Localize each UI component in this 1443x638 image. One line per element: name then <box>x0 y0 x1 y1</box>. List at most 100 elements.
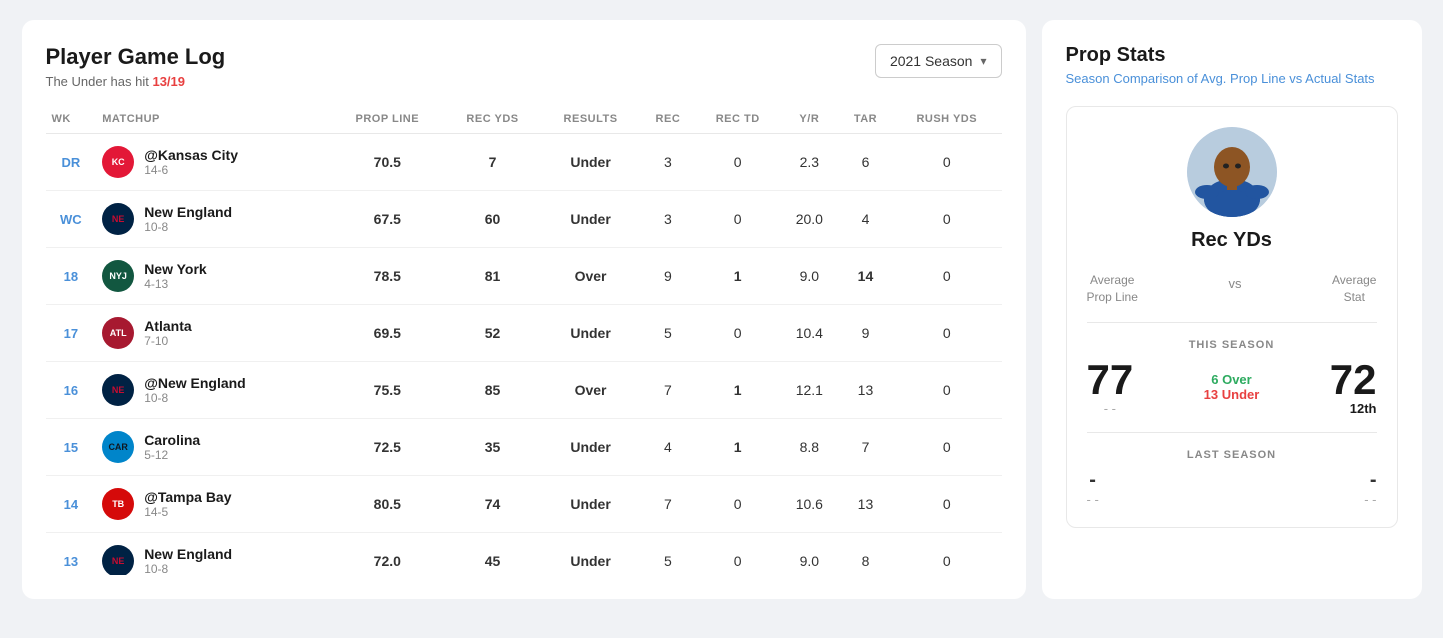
divider <box>1087 322 1377 323</box>
prop-card: Rec YDs AverageProp Line vs AverageStat … <box>1066 106 1398 528</box>
avg-stat-value: 72 <box>1330 359 1377 401</box>
team-record: 14-5 <box>144 505 231 519</box>
table-row: 16 NE @New England 10-8 75.5 85 Over 7 1… <box>46 362 1002 419</box>
prop-line: 80.5 <box>330 476 444 533</box>
avg-prop-label: AverageProp Line <box>1087 272 1138 306</box>
rec-td: 0 <box>696 191 780 248</box>
team-logo: NE <box>102 203 134 235</box>
rec-td: 1 <box>696 248 780 305</box>
last-season-row: - - - - - - <box>1087 469 1377 507</box>
last-prop-block: - - - <box>1087 469 1099 507</box>
prop-line: 72.5 <box>330 419 444 476</box>
wk-cell: DR <box>46 134 97 191</box>
right-panel: Prop Stats Season Comparison of Avg. Pro… <box>1042 20 1422 599</box>
rec-td: 0 <box>696 305 780 362</box>
avg-prop-dash: - - <box>1087 401 1134 416</box>
result: Under <box>541 191 640 248</box>
avg-stat-block: 72 12th <box>1330 359 1377 416</box>
prop-title: Prop Stats <box>1066 44 1398 67</box>
result: Under <box>541 305 640 362</box>
wk-cell: 17 <box>46 305 97 362</box>
rec: 7 <box>640 476 695 533</box>
col-yr: Y/R <box>780 105 839 134</box>
result: Over <box>541 248 640 305</box>
avg-stat-label: AverageStat <box>1332 272 1376 306</box>
rec: 5 <box>640 533 695 576</box>
rec-td: 0 <box>696 134 780 191</box>
rec-yds: 45 <box>444 533 541 576</box>
left-panel: Player Game Log The Under has hit 13/19 … <box>22 20 1026 599</box>
team-name: Carolina <box>144 432 200 448</box>
avg-prop-block: 77 - - <box>1087 359 1134 416</box>
table-row: 18 NYJ New York 4-13 78.5 81 Over 9 1 9.… <box>46 248 1002 305</box>
table-row: 13 NE New England 10-8 72.0 45 Under 5 0… <box>46 533 1002 576</box>
table-wrapper[interactable]: WK MATCHUP PROP LINE REC YDS RESULTS REC… <box>46 105 1002 575</box>
divider-2 <box>1087 432 1377 433</box>
avg-stat-rank: 12th <box>1330 401 1377 416</box>
tar: 7 <box>839 419 892 476</box>
this-season-row: 77 - - 6 Over 13 Under 72 12th <box>1087 359 1377 416</box>
player-avatar <box>1187 127 1277 217</box>
rec: 5 <box>640 305 695 362</box>
last-stat-block: - - - <box>1364 469 1376 507</box>
yr: 10.6 <box>780 476 839 533</box>
team-record: 10-8 <box>144 220 232 234</box>
prop-line: 69.5 <box>330 305 444 362</box>
season-selector[interactable]: 2021 Season ▾ <box>875 44 1002 78</box>
yr: 9.0 <box>780 533 839 576</box>
rec-yds: 7 <box>444 134 541 191</box>
team-record: 4-13 <box>144 277 207 291</box>
rec-yds: 74 <box>444 476 541 533</box>
wk-cell: 15 <box>46 419 97 476</box>
panel-header: Player Game Log The Under has hit 13/19 … <box>46 44 1002 89</box>
rush-yds: 0 <box>892 419 1001 476</box>
this-season-section: THIS SEASON 77 - - 6 Over 13 Under 72 12… <box>1087 339 1377 416</box>
result: Under <box>541 419 640 476</box>
result: Under <box>541 476 640 533</box>
col-rec-td: REC TD <box>696 105 780 134</box>
rush-yds: 0 <box>892 191 1001 248</box>
last-season-prop: - <box>1087 469 1099 492</box>
title-block: Player Game Log The Under has hit 13/19 <box>46 44 226 89</box>
table-row: WC NE New England 10-8 67.5 60 Under 3 0… <box>46 191 1002 248</box>
matchup-cell: NE New England 10-8 <box>96 191 330 248</box>
col-rec-yds: REC YDS <box>444 105 541 134</box>
team-name: New England <box>144 204 232 220</box>
col-results: RESULTS <box>541 105 640 134</box>
team-name: @New England <box>144 375 246 391</box>
rush-yds: 0 <box>892 134 1001 191</box>
rec: 9 <box>640 248 695 305</box>
player-portrait <box>1087 127 1377 217</box>
wk-cell: 18 <box>46 248 97 305</box>
avg-prop-value: 77 <box>1087 359 1134 401</box>
col-prop-line: PROP LINE <box>330 105 444 134</box>
rec-td: 1 <box>696 419 780 476</box>
matchup-cell: TB @Tampa Bay 14-5 <box>96 476 330 533</box>
rec-yds: 85 <box>444 362 541 419</box>
rec-yds: 52 <box>444 305 541 362</box>
matchup-cell: NE @New England 10-8 <box>96 362 330 419</box>
last-season-section: LAST SEASON - - - - - - <box>1087 449 1377 507</box>
rush-yds: 0 <box>892 305 1001 362</box>
team-record: 5-12 <box>144 448 200 462</box>
under-hit-value: 13/19 <box>152 74 185 89</box>
rec-yds: 81 <box>444 248 541 305</box>
team-logo: NE <box>102 545 134 575</box>
prop-line: 67.5 <box>330 191 444 248</box>
over-under-block: 6 Over 13 Under <box>1204 372 1260 402</box>
prop-subtitle: Season Comparison of Avg. Prop Line vs A… <box>1066 71 1398 86</box>
tar: 13 <box>839 476 892 533</box>
tar: 9 <box>839 305 892 362</box>
yr: 10.4 <box>780 305 839 362</box>
under-hit-text: The Under has hit 13/19 <box>46 74 226 89</box>
panel-title: Player Game Log <box>46 44 226 70</box>
col-rec: REC <box>640 105 695 134</box>
col-wk: WK <box>46 105 97 134</box>
rush-yds: 0 <box>892 476 1001 533</box>
rec-yds: 35 <box>444 419 541 476</box>
tar: 13 <box>839 362 892 419</box>
chevron-down-icon: ▾ <box>980 54 986 68</box>
last-season-stat: - <box>1364 469 1376 492</box>
team-logo: NE <box>102 374 134 406</box>
rec: 3 <box>640 134 695 191</box>
